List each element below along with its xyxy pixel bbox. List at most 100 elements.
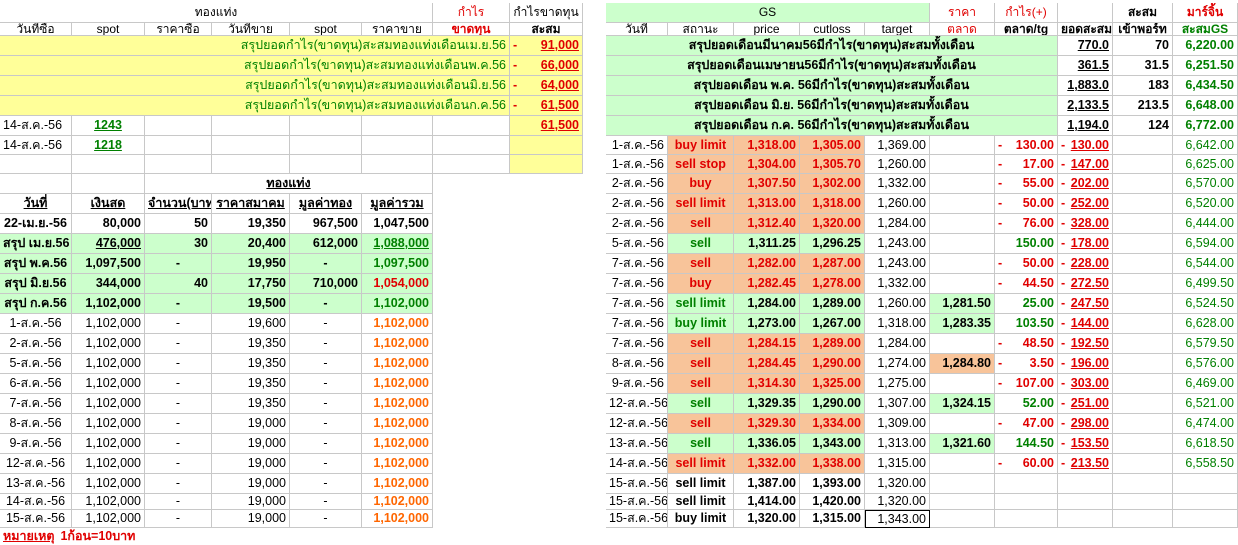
trade-pl[interactable]: 50.00 [995,194,1058,214]
cell[interactable] [433,155,510,174]
trade-target[interactable]: 1,284.00 [865,334,930,354]
row-total[interactable]: 1,102,000 [362,314,433,334]
cell[interactable] [1113,214,1173,234]
row-qty[interactable]: 50 [145,214,212,234]
cell[interactable] [145,116,212,136]
col-total[interactable]: ยอดสะสม [1058,23,1113,36]
trade-cutloss[interactable]: 1,289.00 [800,294,865,314]
cell[interactable] [1113,155,1173,174]
row-qty[interactable]: - [145,394,212,414]
summary-label[interactable]: สรุปยอดกำไร(ขาดทุน)สะสมทองแท่งเดือนพ.ค.5… [0,56,510,76]
trade-pl[interactable]: 52.00 [995,394,1058,414]
cell[interactable] [1113,314,1173,334]
trade-gs[interactable]: 6,618.50 [1173,434,1238,454]
row-qty[interactable]: - [145,414,212,434]
row-price[interactable]: 19,000 [212,454,290,474]
trade-spot[interactable]: 1218 [72,136,145,155]
row-gold[interactable]: - [290,334,362,354]
row-qty[interactable]: - [145,374,212,394]
row-cash[interactable]: 1,102,000 [72,434,145,454]
row-qty[interactable]: - [145,334,212,354]
row-total[interactable]: 1,102,000 [362,414,433,434]
row-date[interactable]: 6-ส.ค.-56 [0,374,72,394]
trade-date[interactable]: 7-ส.ค.-56 [606,274,668,294]
row-cash[interactable]: 1,102,000 [72,394,145,414]
trade-total[interactable] [1058,474,1113,494]
trade-gs[interactable]: 6,444.00 [1173,214,1238,234]
trade-status[interactable]: sell [668,334,734,354]
trade-date[interactable]: 7-ส.ค.-56 [606,334,668,354]
col-qty[interactable]: จำนวน(บาท [145,194,212,214]
trade-status[interactable]: sell limit [668,294,734,314]
trade-price[interactable]: 1,273.00 [734,314,800,334]
trade-market[interactable] [930,334,995,354]
summary-gs[interactable]: 6,648.00 [1173,96,1238,116]
summary-port[interactable]: 213.5 [1113,96,1173,116]
cell[interactable] [72,174,145,194]
col-total-value[interactable]: มูลค่ารวม [362,194,433,214]
trade-target[interactable]: 1,315.00 [865,454,930,474]
col-cash[interactable]: เงินสด [72,194,145,214]
trade-price[interactable]: 1,414.00 [734,494,800,510]
cell[interactable] [1058,3,1113,23]
row-gold[interactable]: - [290,474,362,494]
trade-market[interactable] [930,234,995,254]
trade-cutloss[interactable]: 1,290.00 [800,354,865,374]
trade-gs[interactable] [1173,494,1238,510]
row-date[interactable]: สรุป พ.ค.56 [0,254,72,274]
row-total[interactable]: 1,102,000 [362,510,433,528]
summary-total[interactable]: 770.0 [1058,36,1113,56]
trade-status[interactable]: buy limit [668,510,734,528]
trade-date[interactable]: 13-ส.ค.-56 [606,434,668,454]
row-gold[interactable]: 612,000 [290,234,362,254]
trade-pl[interactable]: 25.00 [995,294,1058,314]
trade-total[interactable]: 252.00 [1058,194,1113,214]
trade-date[interactable]: 12-ส.ค.-56 [606,414,668,434]
trade-total[interactable]: 298.00 [1058,414,1113,434]
row-date[interactable]: 15-ส.ค.-56 [0,510,72,528]
header-cumulative[interactable]: สะสม [1113,3,1173,23]
trade-market[interactable]: 1,284.80 [930,354,995,374]
trade-target[interactable]: 1,260.00 [865,294,930,314]
trade-price[interactable]: 1,318.00 [734,136,800,155]
row-cash[interactable]: 1,102,000 [72,474,145,494]
row-date[interactable]: สรุป มิ.ย.56 [0,274,72,294]
trade-pl[interactable]: 44.50 [995,274,1058,294]
trade-pl[interactable]: 17.00 [995,155,1058,174]
summary-total[interactable]: 1,194.0 [1058,116,1113,136]
trade-price[interactable]: 1,284.15 [734,334,800,354]
trade-gs[interactable]: 6,625.00 [1173,155,1238,174]
cell[interactable] [1113,494,1173,510]
row-total[interactable]: 1,097,500 [362,254,433,274]
row-total[interactable]: 1,102,000 [362,394,433,414]
trade-status[interactable]: sell [668,394,734,414]
trade-target[interactable]: 1,260.00 [865,194,930,214]
trade-status[interactable]: buy [668,274,734,294]
trade-price[interactable]: 1,320.00 [734,510,800,528]
cell[interactable] [0,174,72,194]
col-date[interactable]: วันที่ [606,23,668,36]
trade-date[interactable]: 12-ส.ค.-56 [606,394,668,414]
row-price[interactable]: 19,350 [212,214,290,234]
trade-total[interactable]: 213.50 [1058,454,1113,474]
row-price[interactable]: 19,600 [212,314,290,334]
summary-value[interactable]: 66,000 [510,56,583,76]
row-gold[interactable]: - [290,394,362,414]
cell[interactable] [290,155,362,174]
trade-target[interactable]: 1,284.00 [865,214,930,234]
trade-target[interactable]: 1,320.00 [865,494,930,510]
row-cash[interactable]: 80,000 [72,214,145,234]
row-gold[interactable]: - [290,494,362,510]
trade-target[interactable]: 1,313.00 [865,434,930,454]
trade-total[interactable] [1058,510,1113,528]
trade-total[interactable]: 178.00 [1058,234,1113,254]
cell[interactable] [72,155,145,174]
row-date[interactable]: 22-เม.ย.-56 [0,214,72,234]
row-qty[interactable]: - [145,294,212,314]
trade-total[interactable]: 272.50 [1058,274,1113,294]
trade-market[interactable] [930,136,995,155]
summary-gs[interactable]: 6,434.50 [1173,76,1238,96]
trade-market[interactable] [930,474,995,494]
trade-cutloss[interactable]: 1,338.00 [800,454,865,474]
row-gold[interactable]: - [290,510,362,528]
